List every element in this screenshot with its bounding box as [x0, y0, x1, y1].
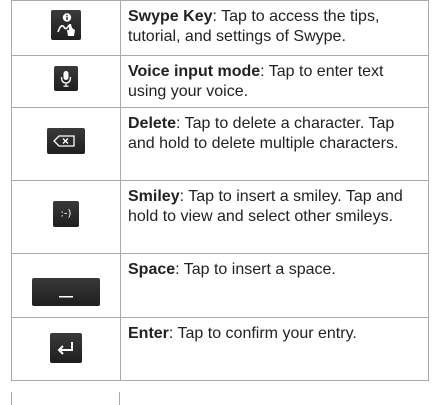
key-term: Voice input mode — [128, 63, 261, 80]
table-row: Swype Key: Tap to access the tips, tutor… — [11, 0, 429, 56]
description-cell: Voice input mode: Tap to enter text usin… — [120, 55, 429, 108]
space-bar-icon — [32, 278, 100, 306]
key-description: : Tap to confirm your entry. — [168, 325, 357, 342]
key-term: Enter — [128, 325, 169, 342]
key-term: Space — [128, 261, 176, 278]
table-row: Space: Tap to insert a space. — [11, 253, 429, 318]
description-cell: Delete: Tap to delete a character. Tap a… — [120, 107, 429, 181]
table-border-middle — [119, 392, 120, 405]
icon-cell — [11, 55, 121, 108]
keyboard-keys-table: Swype Key: Tap to access the tips, tutor… — [11, 0, 429, 381]
key-term: Swype Key — [128, 8, 213, 25]
icon-cell — [11, 253, 121, 318]
swype-key-icon — [51, 10, 81, 40]
table-row: Delete: Tap to delete a character. Tap a… — [11, 107, 429, 181]
icon-cell: :-) — [11, 180, 121, 254]
table-row: :-) Smiley: Tap to insert a smiley. Tap … — [11, 180, 429, 254]
table-border-left — [11, 392, 12, 405]
description-cell: Space: Tap to insert a space. — [120, 253, 429, 318]
smiley-key-label: :-) — [60, 208, 72, 220]
backspace-icon — [47, 128, 85, 154]
key-description: : Tap to insert a space. — [175, 261, 336, 278]
description-cell: Enter: Tap to confirm your entry. — [120, 317, 429, 381]
description-cell: Swype Key: Tap to access the tips, tutor… — [120, 0, 429, 56]
smiley-key-icon: :-) — [53, 201, 79, 227]
description-cell: Smiley: Tap to insert a smiley. Tap and … — [120, 180, 429, 254]
icon-cell — [11, 0, 121, 56]
enter-icon — [50, 333, 82, 363]
key-term: Smiley — [128, 188, 180, 205]
table-row: Voice input mode: Tap to enter text usin… — [11, 55, 429, 108]
table-continuation — [11, 392, 429, 405]
table-row: Enter: Tap to confirm your entry. — [11, 317, 429, 381]
key-term: Delete — [128, 115, 177, 132]
keyboard-keys-document: Swype Key: Tap to access the tips, tutor… — [11, 0, 429, 381]
microphone-icon — [54, 66, 78, 91]
icon-cell — [11, 317, 121, 381]
icon-cell — [11, 107, 121, 181]
